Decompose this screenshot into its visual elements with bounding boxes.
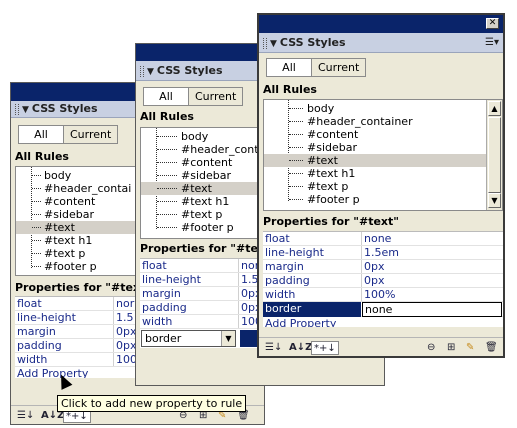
all-rules-label: All Rules [15, 150, 69, 163]
chevron-down-icon[interactable]: ▼ [221, 331, 235, 346]
panel-toolbar: ☰↓ A↓Z *+↓ ⊖ ⊞ ✎ 🗑 [259, 337, 503, 356]
options-menu-icon[interactable]: ☰▾ [485, 33, 499, 52]
grip-icon[interactable] [263, 38, 267, 49]
border-value-input[interactable]: none [362, 302, 502, 317]
tab-current[interactable]: Current [312, 59, 365, 76]
property-row-border[interactable]: border none [263, 302, 503, 317]
az-view-icon[interactable]: A↓Z [289, 341, 312, 355]
property-row[interactable]: width 100% [263, 288, 503, 302]
tab-all[interactable]: All [144, 88, 189, 105]
properties-label: Properties for "#text" [15, 281, 152, 294]
properties-label: Properties for "#text" [263, 215, 400, 228]
panel-header[interactable]: ▼ CSS Styles ☰▾ [259, 33, 503, 53]
property-row[interactable]: padding 0px [263, 274, 503, 288]
panel-title: CSS Styles [156, 64, 223, 77]
rules-scrollbar[interactable]: ▲ ▼ [486, 100, 502, 210]
category-view-icon[interactable]: ☰↓ [265, 341, 282, 355]
close-icon[interactable]: ✕ [486, 18, 499, 29]
collapse-triangle-icon[interactable]: ▼ [270, 39, 277, 49]
property-row[interactable]: line-height 1.5em [263, 246, 503, 260]
tab-all[interactable]: All [267, 59, 312, 76]
category-view-icon[interactable]: ☰↓ [17, 409, 34, 423]
panel-title: CSS Styles [31, 102, 98, 115]
scroll-down-icon[interactable]: ▼ [488, 193, 501, 208]
set-properties-view-icon[interactable]: *+↓ [311, 341, 339, 355]
property-row[interactable]: float none [263, 232, 503, 246]
new-rule-icon[interactable]: ⊞ [447, 341, 455, 355]
properties-table: float none line-height 1.5em margin 0px pad… [263, 231, 503, 327]
rules-tree: body #header_container #content #sidebar… [263, 99, 503, 211]
attach-stylesheet-icon[interactable]: ⊖ [427, 341, 435, 355]
tab-current[interactable]: Current [64, 126, 117, 143]
add-property-row: Add Property [263, 317, 503, 327]
add-property-tooltip: Click to add new property to rule [57, 395, 247, 412]
panel-title: CSS Styles [279, 36, 346, 49]
add-property-link[interactable]: Add Property [265, 317, 336, 327]
delete-rule-icon[interactable]: 🗑 [485, 341, 498, 355]
all-rules-label: All Rules [140, 110, 194, 123]
edit-rule-icon[interactable]: ✎ [466, 341, 474, 355]
border-property-name: border [263, 302, 361, 317]
property-name-input[interactable]: border [145, 332, 181, 345]
add-property-link[interactable]: Add Property [17, 367, 88, 378]
all-rules-label: All Rules [263, 83, 317, 96]
property-row[interactable]: margin 0px [263, 260, 503, 274]
collapse-triangle-icon[interactable]: ▼ [22, 105, 29, 115]
tab-current[interactable]: Current [189, 88, 242, 105]
view-tabs: All Current [18, 125, 119, 144]
grip-icon[interactable] [15, 104, 19, 115]
property-name-combobox[interactable]: border ▼ [141, 330, 236, 347]
css-styles-panel-3: ✕ ▼ CSS Styles ☰▾ All Current All Rules b… [257, 13, 505, 358]
collapse-triangle-icon[interactable]: ▼ [147, 67, 154, 77]
grip-icon[interactable] [140, 66, 144, 77]
view-tabs: All Current [143, 87, 244, 106]
scroll-thumb[interactable] [488, 117, 501, 193]
title-bar[interactable]: ✕ [259, 15, 503, 33]
scroll-up-icon[interactable]: ▲ [488, 101, 501, 116]
properties-label: Properties for "#text" [140, 242, 277, 255]
tab-all[interactable]: All [19, 126, 64, 143]
view-tabs: All Current [266, 58, 367, 77]
